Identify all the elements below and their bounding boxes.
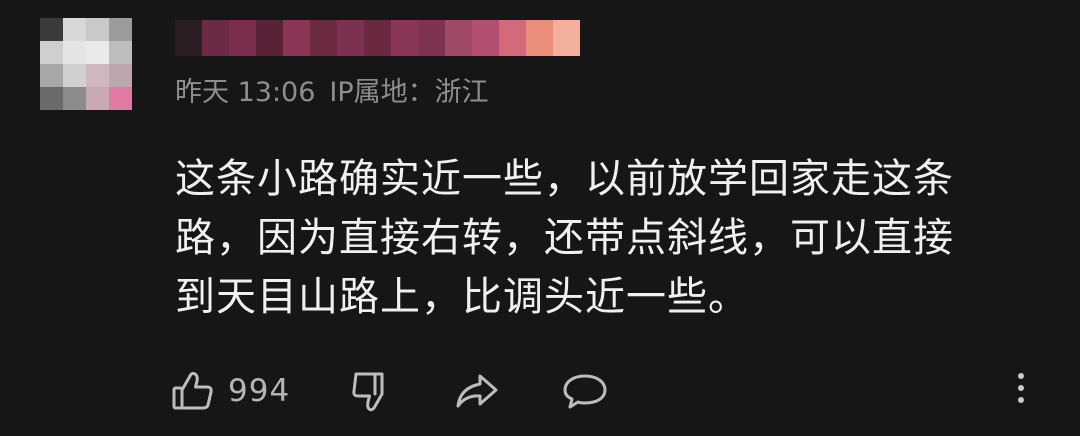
thumbs-down-icon: [348, 368, 394, 414]
comment-text-line: 到天目山路上，比调头近一些。: [175, 274, 749, 320]
username-pixel: [499, 20, 526, 56]
like-count: 994: [228, 373, 291, 409]
comment-text-line: 这条小路确实近一些，以前放学回家走这条: [175, 156, 954, 202]
avatar-pixel: [86, 18, 109, 41]
comment-item: 昨天 13:06 IP属地：浙江 这条小路确实近一些，以前放学回家走这条 路，因为…: [0, 0, 1080, 436]
comment-text-line: 路，因为直接右转，还带点斜线，可以直接: [175, 215, 954, 261]
username-pixel: [310, 20, 337, 56]
avatar-pixel: [63, 64, 86, 87]
username-pixel: [364, 20, 391, 56]
username-pixel: [553, 20, 580, 56]
avatar-pixel: [63, 87, 86, 110]
username-pixel: [229, 20, 256, 56]
username-pixel: [283, 20, 310, 56]
avatar-pixel: [63, 41, 86, 64]
comment-body: 这条小路确实近一些，以前放学回家走这条 路，因为直接右转，还带点斜线，可以直接 …: [175, 150, 1035, 327]
comment-bubble-icon: [560, 368, 610, 414]
more-vertical-icon: [1018, 370, 1024, 406]
reply-button[interactable]: [560, 368, 610, 414]
like-button[interactable]: 994: [170, 368, 290, 414]
avatar-pixel: [40, 18, 63, 41]
username-pixel: [175, 20, 202, 56]
comment-timestamp: 昨天 13:06: [175, 77, 316, 108]
dislike-button[interactable]: [348, 368, 394, 414]
username-pixel: [256, 20, 283, 56]
username-pixel: [418, 20, 445, 56]
username-pixel: [391, 20, 418, 56]
share-button[interactable]: [452, 368, 502, 414]
username-pixel: [337, 20, 364, 56]
avatar-pixel: [86, 64, 109, 87]
avatar-pixel: [109, 87, 132, 110]
ip-location: IP属地：浙江: [329, 77, 489, 108]
avatar[interactable]: [40, 18, 132, 110]
avatar-pixel: [109, 41, 132, 64]
username-pixel: [472, 20, 499, 56]
username-pixel: [445, 20, 472, 56]
comment-meta: 昨天 13:06 IP属地：浙江: [175, 73, 489, 113]
share-icon: [452, 368, 502, 414]
username-pixel: [526, 20, 553, 56]
username-pixel: [202, 20, 229, 56]
avatar-pixel: [109, 64, 132, 87]
more-options-button[interactable]: [1006, 366, 1036, 410]
avatar-pixel: [109, 18, 132, 41]
avatar-pixel: [40, 41, 63, 64]
avatar-pixel: [40, 64, 63, 87]
avatar-pixel: [86, 87, 109, 110]
comment-actions: 994: [170, 366, 668, 416]
username-blurred[interactable]: [175, 20, 580, 56]
thumbs-up-icon: [170, 368, 216, 414]
avatar-pixel: [40, 87, 63, 110]
avatar-pixel: [86, 41, 109, 64]
avatar-pixel: [63, 18, 86, 41]
